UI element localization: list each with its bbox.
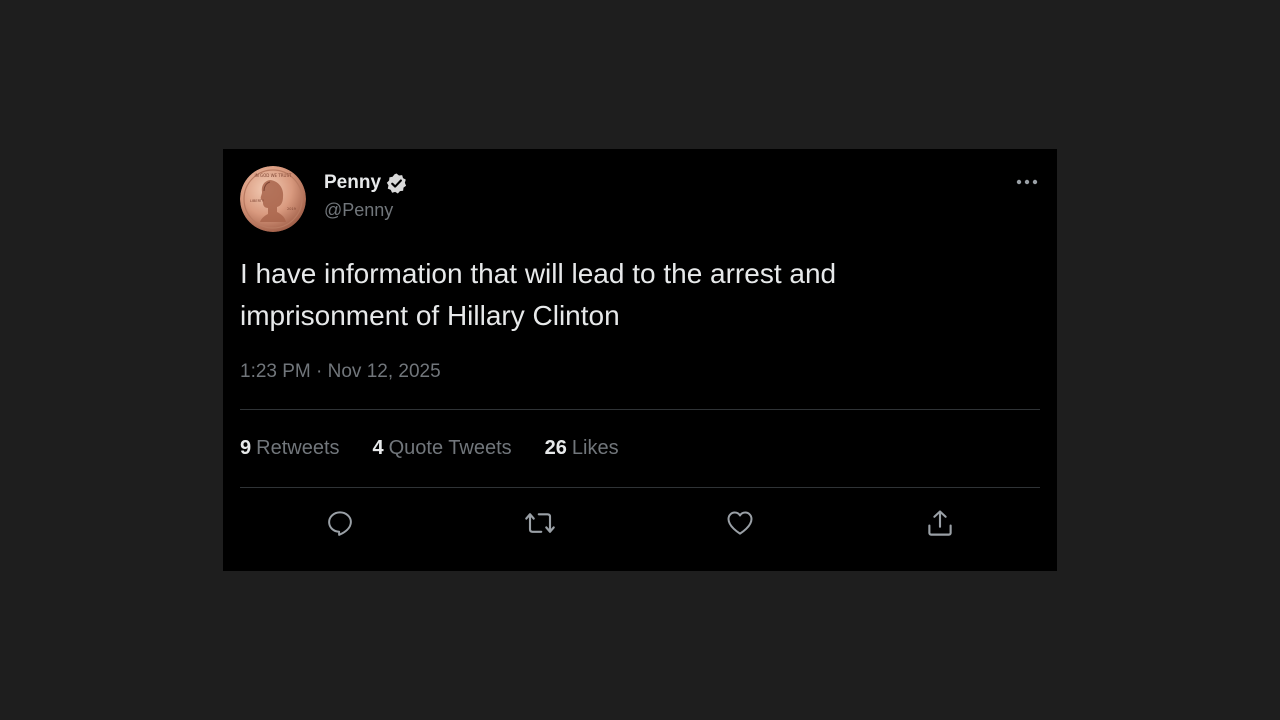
author-info: Penny @Penny	[324, 170, 408, 221]
likes-label: Likes	[571, 437, 619, 459]
retweets-count: 9	[240, 437, 252, 459]
svg-text:LIBERTY: LIBERTY	[250, 199, 265, 203]
tweet-actions	[240, 503, 1040, 543]
quote-tweets-label: Quote Tweets	[388, 437, 512, 459]
tweet-timestamp[interactable]: 1:23 PM · Nov 12, 2025	[240, 361, 441, 383]
handle[interactable]: @Penny	[324, 200, 408, 221]
likes-count: 26	[544, 437, 567, 459]
avatar[interactable]: IN GOD WE TRUST LIBERTY 2019	[240, 166, 306, 232]
svg-text:2019: 2019	[287, 207, 296, 211]
heart-icon	[727, 511, 753, 535]
svg-text:IN GOD WE TRUST: IN GOD WE TRUST	[255, 173, 292, 178]
penny-coin-avatar-image: IN GOD WE TRUST LIBERTY 2019	[240, 166, 306, 232]
verified-badge-icon	[385, 172, 408, 195]
retweets-stat[interactable]: 9 Retweets	[240, 437, 340, 460]
reply-button[interactable]	[320, 503, 360, 543]
retweet-button[interactable]	[520, 503, 560, 543]
quote-tweets-stat[interactable]: 4 Quote Tweets	[373, 437, 512, 460]
tweet-text: I have information that will lead to the…	[240, 258, 837, 331]
share-button[interactable]	[920, 503, 960, 543]
likes-stat[interactable]: 26 Likes	[545, 437, 619, 460]
tweet-card: IN GOD WE TRUST LIBERTY 2019 Penny @Penn…	[223, 149, 1057, 571]
retweets-label: Retweets	[256, 437, 340, 459]
retweet-icon	[525, 513, 555, 533]
share-icon	[928, 510, 952, 536]
like-button[interactable]	[720, 503, 760, 543]
tweet-stats: 9 Retweets 4 Quote Tweets 26 Likes	[240, 437, 652, 460]
reply-icon	[328, 511, 352, 536]
quote-tweets-count: 4	[372, 437, 384, 459]
divider-bottom	[240, 487, 1040, 488]
more-options-icon[interactable]	[1014, 172, 1040, 192]
display-name[interactable]: Penny	[324, 172, 381, 194]
tweet-header: IN GOD WE TRUST LIBERTY 2019 Penny @Penn…	[240, 166, 1040, 232]
display-name-row: Penny	[324, 170, 408, 196]
divider-top	[240, 409, 1040, 410]
